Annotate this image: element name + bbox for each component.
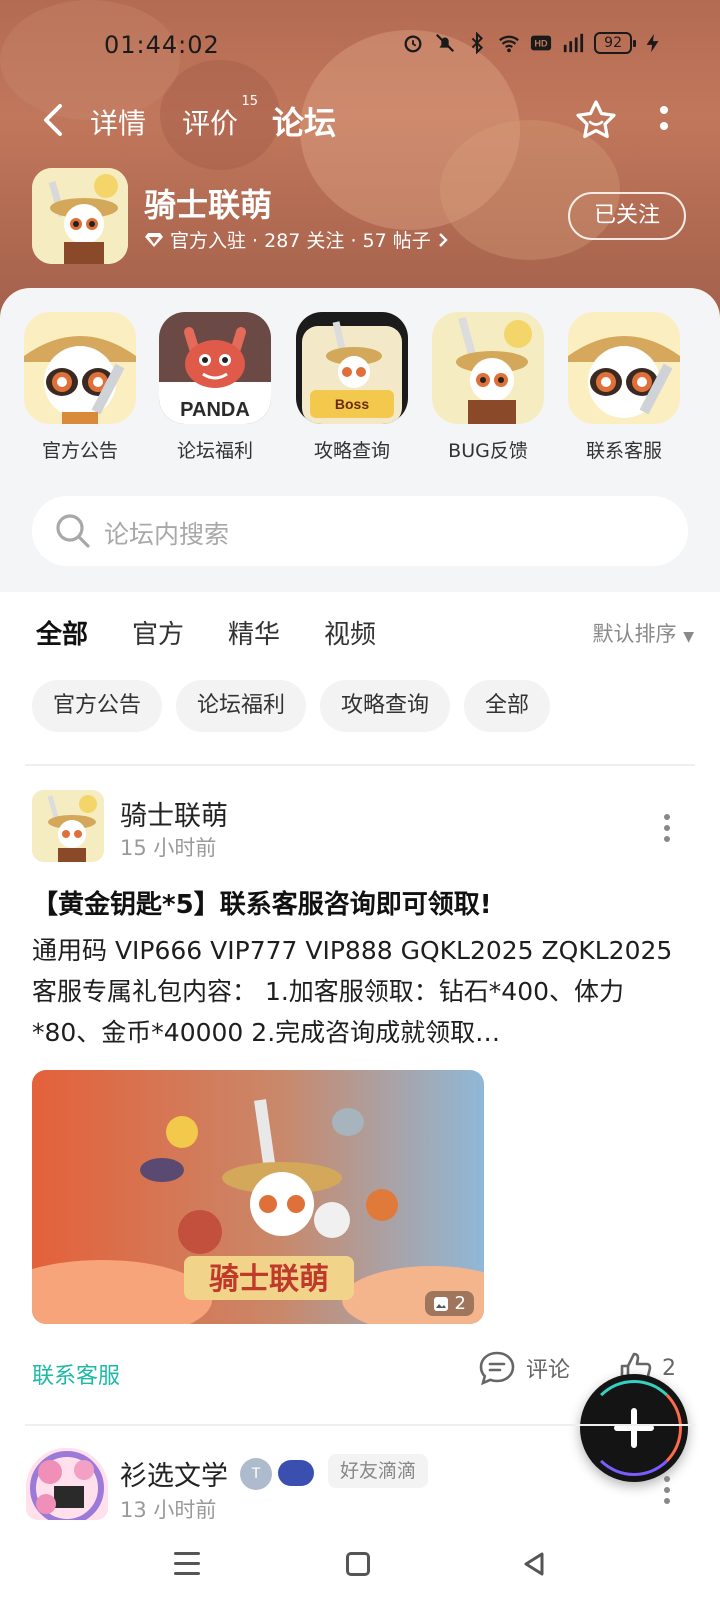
panda-knight-icon: [32, 790, 104, 862]
image-icon: [433, 1296, 448, 1311]
divider: [25, 764, 695, 766]
chip-all[interactable]: 全部: [464, 680, 551, 732]
filter-tab-official[interactable]: 官方: [132, 614, 184, 651]
filter-tab-video[interactable]: 视频: [324, 614, 376, 651]
like-count: 2: [662, 1355, 676, 1381]
sort-label: 默认排序: [592, 622, 677, 646]
follow-button[interactable]: 已关注: [568, 192, 686, 240]
image-count-badge: 2: [424, 1291, 474, 1316]
shortcut-guide-search[interactable]: Boss 攻略查询: [294, 312, 410, 463]
shortcut-row: 官方公告 PANDA 论坛福利 Boss 攻略查询 BUG反馈 联系客服: [0, 312, 720, 462]
app-title: 骑士联萌: [144, 186, 273, 224]
panda-knight-icon: [32, 168, 128, 264]
tab-review[interactable]: 评价 15: [182, 94, 258, 142]
post-time: 13 小时前: [120, 1498, 217, 1522]
panda-text: PANDA: [180, 399, 250, 421]
top-nav: 详情 评价 15 论坛: [0, 92, 720, 152]
system-nav-bar: [0, 1530, 720, 1608]
shortcut-forum-benefit[interactable]: PANDA 论坛福利: [157, 312, 273, 463]
chip-official-notice[interactable]: 官方公告: [32, 680, 163, 732]
hd-icon: HD: [531, 35, 552, 51]
avatar[interactable]: [32, 790, 104, 862]
svg-text:HD: HD: [535, 39, 549, 49]
panda-knight-icon: [568, 312, 680, 424]
review-count-badge: 15: [241, 94, 259, 109]
home-icon[interactable]: [346, 1552, 370, 1576]
anime-avatar-image: [26, 1448, 108, 1520]
filter-tabs: 全部 官方 精华 视频 默认排序 ▼: [0, 610, 720, 660]
panda-knight-icon: [432, 312, 544, 424]
more-options-icon[interactable]: [662, 1476, 672, 1510]
alarm-icon: [404, 35, 422, 53]
back-arrow-icon[interactable]: [36, 100, 72, 140]
chip-forum-benefit[interactable]: 论坛福利: [176, 680, 307, 732]
diamond-icon: [145, 232, 163, 247]
avatar[interactable]: [26, 1448, 108, 1520]
post-title[interactable]: 【黄金钥匙*5】联系客服咨询即可领取!: [32, 884, 492, 921]
svg-text:骑士联萌: 骑士联萌: [209, 1262, 329, 1297]
sort-dropdown[interactable]: 默认排序 ▼: [593, 618, 694, 648]
tab-forum[interactable]: 论坛: [272, 98, 338, 144]
more-options-icon[interactable]: [656, 102, 672, 138]
charging-icon: [646, 33, 659, 53]
panda-dragon-icon: PANDA: [159, 312, 271, 424]
search-input[interactable]: 论坛内搜索: [104, 515, 229, 551]
filter-tab-featured[interactable]: 精华: [228, 614, 280, 651]
svg-text:Boss: Boss: [335, 396, 369, 412]
more-options-icon[interactable]: [662, 814, 672, 848]
shortcut-label: 官方公告: [41, 440, 118, 462]
post-author[interactable]: 骑士联萌: [120, 794, 228, 833]
game-banner-image: 骑士联萌: [32, 1070, 484, 1324]
comment-button[interactable]: 评论: [478, 1350, 570, 1386]
shortcut-official-notice[interactable]: 官方公告: [22, 312, 138, 463]
boss-guide-icon: Boss: [296, 312, 408, 424]
post-body[interactable]: 通用码 VIP666 VIP777 VIP888 GQKL2025 ZQKL20…: [32, 930, 688, 1053]
comment-icon: [479, 1351, 515, 1386]
search-icon: [56, 514, 90, 548]
signal-icon: [564, 33, 584, 53]
status-icons: HD 92: [402, 32, 664, 54]
battery-indicator: 92: [594, 32, 636, 54]
level-badge-icon: T: [240, 1458, 272, 1490]
post-time: 15 小时前: [120, 836, 217, 860]
app-meta[interactable]: 官方入驻 · 287 关注 · 57 帖子: [144, 226, 449, 253]
shortcut-label: 攻略查询: [313, 440, 390, 462]
app-meta-text: 官方入驻 · 287 关注 · 57 帖子: [170, 230, 431, 252]
shortcut-label: BUG反馈: [448, 440, 528, 462]
category-chips: 官方公告 论坛福利 攻略查询 全部: [32, 680, 551, 732]
plus-icon: [631, 1408, 637, 1448]
shortcut-label: 联系客服: [585, 440, 662, 462]
wifi-icon: [499, 35, 520, 53]
menu-icon[interactable]: [174, 1552, 200, 1578]
panda-knight-icon: [24, 312, 136, 424]
filter-tab-label: 全部: [36, 620, 89, 650]
tab-forum-label: 论坛: [272, 104, 337, 142]
status-bar: 01:44:02 HD 92: [0, 28, 720, 64]
filter-tab-all[interactable]: 全部: [36, 614, 90, 655]
post-topic-tag[interactable]: 联系客服: [32, 1358, 120, 1390]
medal-badge-icon: [278, 1460, 314, 1486]
comment-label: 评论: [526, 1358, 571, 1383]
divider: [25, 1424, 695, 1426]
shortcut-label: 论坛福利: [176, 440, 253, 462]
caret-down-icon: ▼: [683, 629, 694, 645]
chevron-right-icon: [438, 232, 448, 247]
bluetooth-icon: [471, 32, 484, 54]
friend-tag: 好友滴滴: [328, 1454, 429, 1488]
tab-detail[interactable]: 详情: [90, 102, 146, 142]
app-icon[interactable]: [32, 168, 128, 264]
clock: 01:44:02: [104, 31, 220, 59]
shortcut-bug-feedback[interactable]: BUG反馈: [430, 312, 546, 463]
tab-review-label: 评价: [182, 107, 239, 140]
image-count: 2: [454, 1293, 466, 1314]
star-favorite-icon[interactable]: [574, 98, 618, 142]
post-author[interactable]: 衫选文学: [120, 1454, 228, 1493]
chip-guide-search[interactable]: 攻略查询: [320, 680, 451, 732]
mute-icon: [436, 33, 455, 53]
forum-search-bar[interactable]: 论坛内搜索: [32, 496, 688, 566]
post-image[interactable]: 骑士联萌 2: [32, 1070, 484, 1324]
back-triangle-icon[interactable]: [520, 1550, 548, 1578]
shortcut-contact-support[interactable]: 联系客服: [566, 312, 682, 463]
create-post-button[interactable]: [580, 1374, 688, 1482]
